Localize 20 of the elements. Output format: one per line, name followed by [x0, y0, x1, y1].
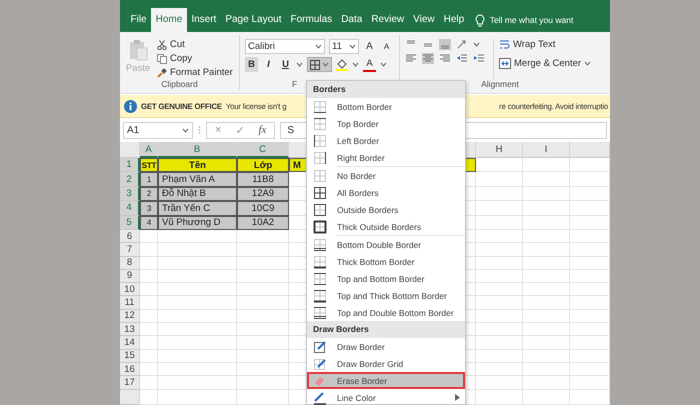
- group-label: Alignment: [480, 79, 520, 90]
- group-label: F: [292, 79, 298, 90]
- table-cell: 11B8: [237, 172, 289, 187]
- table-cell: 3: [140, 201, 158, 216]
- table-cell: Vũ Phương D: [158, 216, 237, 230]
- table-cell: Phạm Văn A: [158, 172, 237, 187]
- table-cell: Đỗ Nhật B: [158, 186, 237, 202]
- table-cell: Trần Yến C: [158, 201, 237, 216]
- table-cell: 10C9: [237, 201, 289, 216]
- menu-section-title: Borders: [307, 81, 465, 98]
- menu-section-title: Draw Borders: [307, 321, 465, 338]
- table-cell: 12A9: [237, 186, 289, 202]
- table-cell: STT: [140, 158, 158, 172]
- table-cell: Lớp: [237, 158, 289, 172]
- table-cell: Tên: [158, 158, 237, 172]
- table-cell: 10A2: [237, 216, 289, 230]
- table-cell: 2: [140, 186, 158, 202]
- table-cell: 1: [140, 172, 158, 187]
- group-label: Clipboard: [160, 79, 199, 90]
- table-cell: 4: [140, 216, 158, 230]
